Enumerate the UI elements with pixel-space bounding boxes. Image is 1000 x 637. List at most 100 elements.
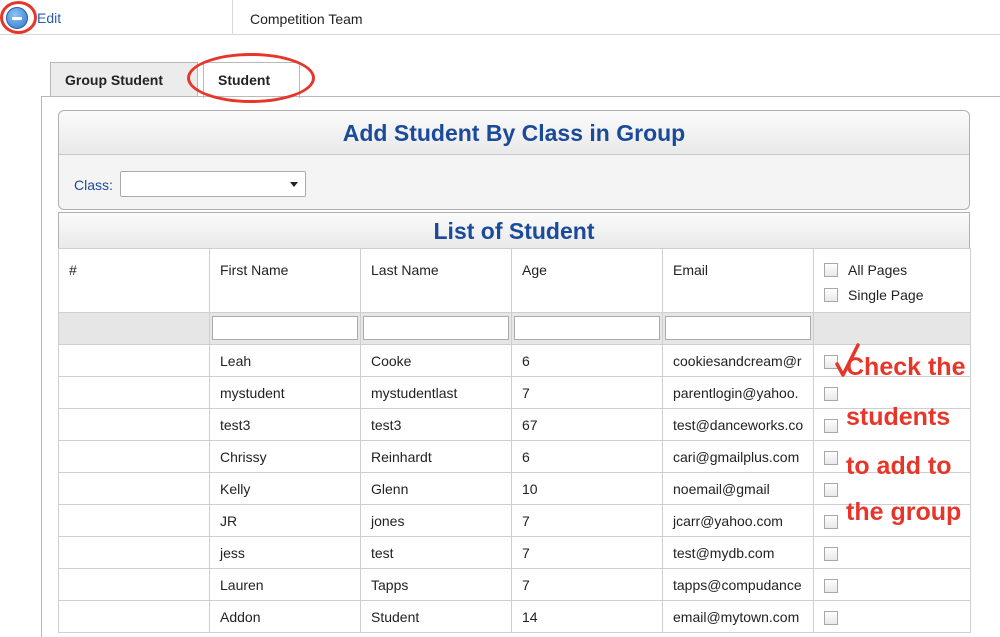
table-header-row: # First Name Last Name Age Email All Pag… [58, 248, 971, 313]
class-select[interactable] [120, 171, 306, 197]
all-pages-option[interactable]: All Pages [824, 261, 960, 278]
student-select-checkbox[interactable] [824, 419, 838, 434]
first-name-cell: jess [209, 536, 361, 569]
student-select-checkbox[interactable] [824, 547, 838, 562]
single-page-label: Single Page [848, 286, 924, 303]
select-cell [813, 568, 971, 601]
all-pages-label: All Pages [848, 262, 908, 279]
last-name-cell: jones [360, 504, 512, 537]
student-select-checkbox[interactable] [824, 579, 838, 594]
tab-group-student[interactable]: Group Student [50, 62, 198, 97]
last-name-cell: Glenn [360, 472, 512, 505]
last-name-cell: test [360, 536, 512, 569]
column-header-select: All Pages Single Page [813, 248, 971, 313]
age-cell: 6 [511, 344, 663, 377]
select-cell [813, 600, 971, 633]
table-row[interactable]: jess test 7 test@mydb.com [58, 536, 971, 569]
filter-age-input[interactable] [514, 316, 660, 340]
single-page-option[interactable]: Single Page [824, 285, 960, 303]
email-cell: cari@gmailplus.com [662, 440, 814, 473]
select-cell [813, 536, 971, 569]
all-pages-checkbox[interactable] [824, 263, 838, 278]
student-select-checkbox[interactable] [824, 483, 838, 498]
column-header-last-name[interactable]: Last Name [360, 248, 512, 313]
age-cell: 7 [511, 376, 663, 409]
add-by-class-panel: Add Student By Class in Group Class: [58, 110, 970, 210]
first-name-cell: Chrissy [209, 440, 361, 473]
row-number-cell [58, 344, 210, 377]
last-name-cell: Reinhardt [360, 440, 512, 473]
last-name-cell: Cooke [360, 344, 512, 377]
age-cell: 14 [511, 600, 663, 633]
column-header-age[interactable]: Age [511, 248, 663, 313]
first-name-cell: Leah [209, 344, 361, 377]
row-number-cell [58, 440, 210, 473]
email-cell: test@danceworks.co [662, 408, 814, 441]
table-row[interactable]: Addon Student 14 email@mytown.com [58, 600, 971, 633]
first-name-cell: test3 [209, 408, 361, 441]
tab-student[interactable]: Student [203, 62, 300, 98]
last-name-cell: Student [360, 600, 512, 633]
age-cell: 7 [511, 568, 663, 601]
row-number-cell [58, 568, 210, 601]
table-row[interactable]: Lauren Tapps 7 tapps@compudance [58, 568, 971, 601]
filter-last-name-input[interactable] [363, 316, 509, 340]
email-cell: parentlogin@yahoo. [662, 376, 814, 409]
filter-first-name-input[interactable] [212, 316, 358, 340]
add-by-class-title: Add Student By Class in Group [59, 111, 969, 155]
edit-link[interactable]: Edit [37, 10, 61, 26]
first-name-cell: Lauren [209, 568, 361, 601]
first-name-cell: mystudent [209, 376, 361, 409]
age-cell: 10 [511, 472, 663, 505]
email-cell: jcarr@yahoo.com [662, 504, 814, 537]
email-cell: noemail@gmail [662, 472, 814, 505]
filter-cell-select [813, 312, 971, 345]
row-number-cell [58, 536, 210, 569]
group-header-bar: Edit Competition Team [0, 0, 1000, 35]
first-name-cell: Addon [209, 600, 361, 633]
column-header-number[interactable]: # [58, 248, 210, 313]
table-row[interactable]: Kelly Glenn 10 noemail@gmail [58, 472, 971, 505]
age-cell: 6 [511, 440, 663, 473]
table-row[interactable]: Chrissy Reinhardt 6 cari@gmailplus.com [58, 440, 971, 473]
filter-cell-age [511, 312, 663, 345]
age-cell: 7 [511, 504, 663, 537]
annotation-line-1: Check the [846, 353, 966, 381]
dropdown-arrow-icon [290, 182, 298, 187]
column-header-first-name[interactable]: First Name [209, 248, 361, 313]
student-select-checkbox[interactable] [824, 451, 838, 466]
first-name-cell: Kelly [209, 472, 361, 505]
student-select-checkbox[interactable] [824, 611, 838, 626]
last-name-cell: test3 [360, 408, 512, 441]
student-select-checkbox[interactable] [824, 387, 838, 402]
row-number-cell [58, 472, 210, 505]
filter-cell-email [662, 312, 814, 345]
table-row[interactable]: mystudent mystudentlast 7 parentlogin@yahoo… [58, 376, 971, 409]
row-number-cell [58, 600, 210, 633]
student-select-checkbox[interactable] [824, 515, 838, 530]
row-number-cell [58, 376, 210, 409]
column-header-email[interactable]: Email [662, 248, 814, 313]
annotation-line-3: to add to [846, 452, 952, 480]
student-list-title: List of Student [58, 212, 970, 249]
filter-cell-last-name [360, 312, 512, 345]
email-cell: test@mydb.com [662, 536, 814, 569]
collapse-icon[interactable] [6, 7, 28, 29]
annotation-line-4: the group [846, 498, 962, 526]
email-cell: cookiesandcream@r [662, 344, 814, 377]
table-row[interactable]: test3 test3 67 test@danceworks.co [58, 408, 971, 441]
student-table: # First Name Last Name Age Email All Pag… [58, 248, 971, 633]
single-page-checkbox[interactable] [824, 287, 838, 302]
last-name-cell: Tapps [360, 568, 512, 601]
table-row[interactable]: JR jones 7 jcarr@yahoo.com [58, 504, 971, 537]
first-name-cell: JR [209, 504, 361, 537]
filter-email-input[interactable] [665, 316, 811, 340]
email-cell: tapps@compudance [662, 568, 814, 601]
annotation-line-2: students [846, 403, 951, 431]
last-name-cell: mystudentlast [360, 376, 512, 409]
age-cell: 67 [511, 408, 663, 441]
filter-row [58, 312, 971, 345]
class-label: Class: [74, 177, 113, 193]
row-number-cell [58, 504, 210, 537]
group-name: Competition Team [250, 11, 363, 27]
